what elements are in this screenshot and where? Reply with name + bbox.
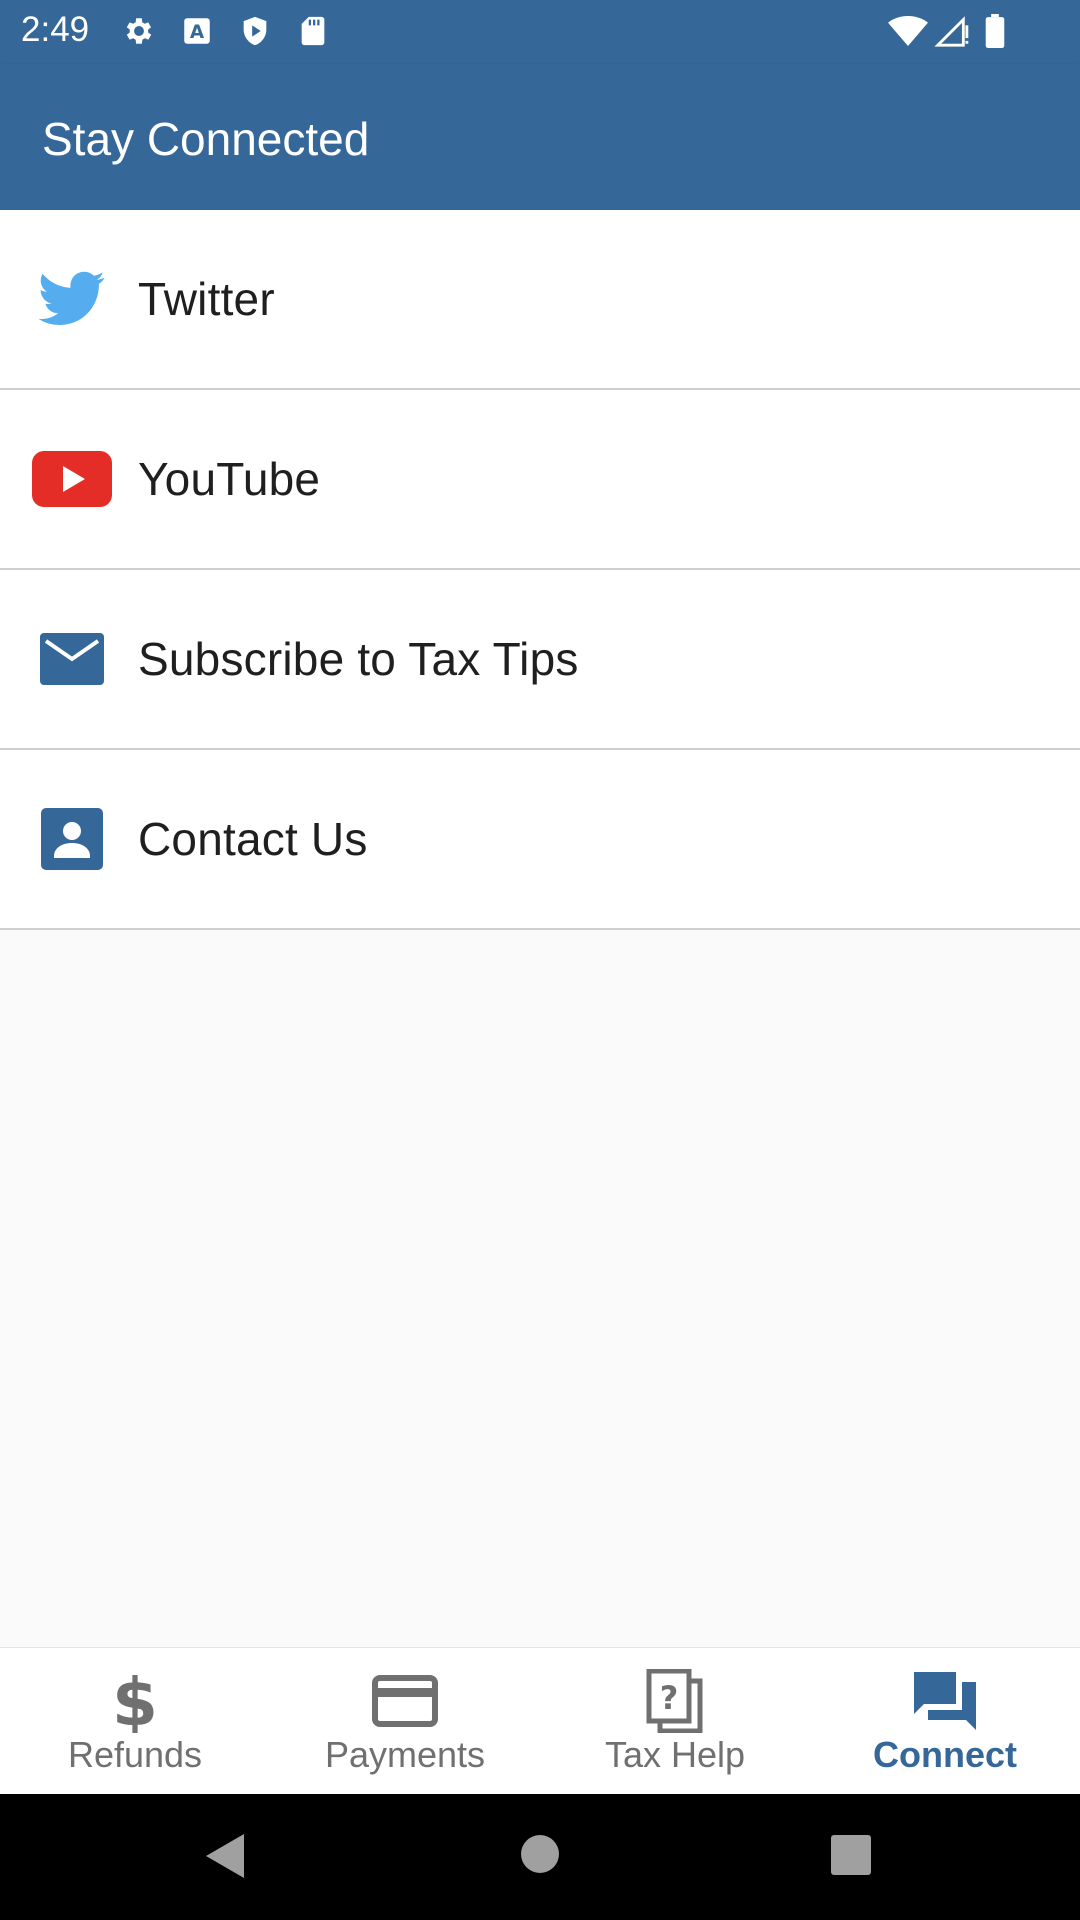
wifi-icon [888, 14, 928, 48]
back-icon[interactable] [204, 1832, 246, 1885]
bottom-nav: $ Refunds Payments ? Tax Help Connect [0, 1647, 1080, 1795]
chat-icon [909, 1668, 981, 1734]
nav-item-payments[interactable]: Payments [270, 1648, 540, 1795]
svg-text:A: A [190, 22, 205, 43]
page-title: Stay Connected [42, 113, 370, 165]
nav-item-connect[interactable]: Connect [810, 1648, 1080, 1795]
shield-play-icon [238, 14, 272, 48]
sd-card-icon [296, 14, 330, 48]
nav-item-refunds[interactable]: $ Refunds [0, 1648, 270, 1795]
nav-label: Payments [324, 1734, 486, 1775]
connect-list: Twitter YouTube Subscribe to Tax Tips Co… [0, 210, 1080, 930]
list-item-label: Contact Us [138, 813, 368, 865]
home-icon[interactable] [520, 1834, 560, 1879]
nav-label: Refunds [67, 1734, 203, 1775]
app-bar: Stay Connected [0, 64, 1080, 210]
status-time: 2:49 [21, 10, 90, 49]
list-item-label: YouTube [138, 453, 321, 505]
list-item-youtube[interactable]: YouTube [0, 390, 1080, 570]
mail-icon [32, 619, 112, 699]
list-item-twitter[interactable]: Twitter [0, 210, 1080, 390]
nav-item-tax-help[interactable]: ? Tax Help [540, 1648, 810, 1795]
recents-icon[interactable] [831, 1835, 871, 1880]
text-a-icon: A [180, 14, 214, 48]
list-item-label: Twitter [138, 273, 275, 325]
status-bar: 2:49 A [0, 0, 1080, 64]
nav-label: Connect [873, 1734, 1017, 1775]
svg-text:$: $ [113, 1669, 157, 1733]
twitter-icon [32, 259, 112, 339]
settings-icon [122, 14, 156, 48]
list-item-contact-us[interactable]: Contact Us [0, 750, 1080, 930]
signal-icon [934, 14, 969, 48]
list-item-label: Subscribe to Tax Tips [138, 633, 579, 685]
svg-text:?: ? [660, 1679, 679, 1717]
help-document-icon: ? [639, 1668, 711, 1734]
battery-icon [984, 14, 1018, 48]
system-nav-bar [0, 1794, 1080, 1920]
contact-card-icon [32, 799, 112, 879]
dollar-icon: $ [99, 1668, 171, 1734]
nav-label: Tax Help [604, 1734, 746, 1775]
youtube-icon [32, 439, 112, 519]
credit-card-icon [369, 1668, 441, 1734]
list-item-tax-tips[interactable]: Subscribe to Tax Tips [0, 570, 1080, 750]
